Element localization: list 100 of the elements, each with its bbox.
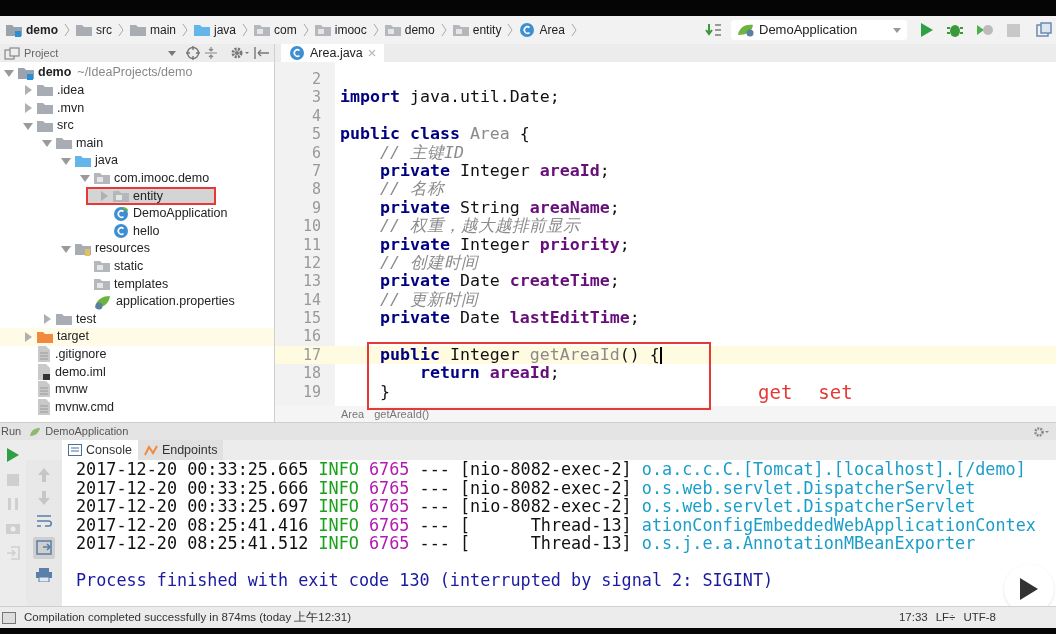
tree-item[interactable]: main [0, 134, 274, 152]
tree-item[interactable]: com.imooc.demo [0, 169, 274, 188]
tree-item[interactable]: .mvn [0, 99, 274, 117]
properties-file-icon [94, 293, 112, 310]
line-number: 6 [310, 143, 322, 162]
annotation-text: set [818, 380, 853, 405]
class-icon [113, 223, 129, 240]
expanded-arrow-icon[interactable] [61, 243, 71, 254]
expanded-arrow-icon[interactable] [42, 138, 52, 149]
panel-tab[interactable]: Console [62, 440, 138, 460]
chevron-icon [440, 23, 447, 37]
package-folder-icon [94, 276, 110, 291]
run-icon[interactable] [921, 23, 933, 37]
endpoints-icon [143, 444, 158, 456]
collapsed-arrow-icon[interactable] [99, 190, 109, 201]
stop-icon[interactable] [1007, 23, 1020, 37]
bug-icon[interactable] [947, 22, 963, 38]
wrap-icon[interactable] [36, 514, 52, 528]
hide-panel-icon[interactable] [254, 46, 270, 60]
expanded-arrow-icon[interactable] [4, 67, 14, 78]
coverage-icon[interactable] [977, 23, 993, 37]
line-number: 5 [310, 125, 322, 144]
line-number: 13 [301, 272, 322, 291]
breadcrumb-item[interactable]: Area [341, 405, 365, 423]
dropdown-caret-icon[interactable] [168, 50, 176, 56]
text-cursor [659, 346, 662, 364]
tree-item[interactable]: .gitignore [0, 345, 274, 364]
sort-icon[interactable] [705, 22, 723, 38]
tree-item[interactable]: DemoApplication [0, 204, 274, 223]
tree-item[interactable]: mvnw.cmd [0, 398, 274, 416]
class-icon [289, 45, 305, 61]
log-line: 2017-12-20 00:33:25.665 INFO 6765 --- [nio-8082-exec-2] o.a.c.c.C.[Tomcat].[localhost].[/demo] [76, 460, 1027, 479]
tree-item[interactable]: mvnw [0, 380, 274, 399]
status-message: Compilation completed successfully in 874ms (today 上午12:31) [24, 609, 352, 625]
run-config-dropdown[interactable]: DemoApplication [731, 20, 907, 40]
tree-item[interactable]: java [0, 151, 274, 170]
breadcrumb-item[interactable]: com [252, 20, 299, 40]
chevron-icon [372, 23, 379, 37]
editor-tab[interactable]: Area.java [281, 44, 384, 62]
code-line: private String areaName; [378, 198, 620, 218]
breadcrumb-item[interactable]: Area [517, 20, 567, 40]
breadcrumb-item[interactable]: demo [4, 20, 60, 40]
play-icon [1020, 578, 1038, 600]
collapsed-arrow-icon[interactable] [42, 314, 52, 325]
line-number: 4 [310, 106, 322, 126]
tree-item[interactable]: .idea [0, 81, 274, 100]
collapsed-arrow-icon[interactable] [23, 331, 33, 342]
print-icon[interactable] [36, 568, 52, 582]
collapse-icon[interactable] [204, 46, 218, 60]
collapsed-arrow-icon[interactable] [23, 85, 33, 96]
scroll-to-end-icon[interactable] [33, 537, 55, 559]
tree-item[interactable]: demo ~/IdeaProjects/demo [0, 64, 274, 82]
expanded-arrow-icon[interactable] [61, 155, 71, 166]
file-encoding[interactable]: UTF-8 [963, 608, 996, 627]
close-icon[interactable] [367, 49, 376, 57]
tree-item[interactable]: src [0, 116, 274, 135]
module-folder-icon [18, 65, 34, 80]
tree-item[interactable]: resources [0, 239, 274, 258]
tree-item[interactable]: test [0, 310, 274, 328]
spring-leaf-icon [29, 426, 42, 437]
collapsed-arrow-icon[interactable] [23, 103, 33, 113]
breadcrumb-item[interactable]: entity [450, 20, 504, 40]
code-line: private Date lastEditTime; [378, 309, 640, 328]
panel-tab[interactable]: Endpoints [137, 440, 224, 460]
up-arrow-icon[interactable] [38, 468, 50, 482]
tree-item[interactable]: demo.iml [0, 363, 274, 381]
folder-icon [37, 101, 53, 115]
line-number: 10 [301, 217, 322, 236]
layout-icon[interactable] [1036, 22, 1052, 38]
breadcrumb-item[interactable]: main [128, 20, 179, 40]
tree-item[interactable]: target [0, 327, 274, 346]
package-folder-icon [314, 23, 331, 37]
tree-item[interactable]: hello [0, 222, 274, 240]
line-number: 16 [301, 327, 322, 346]
tree-item[interactable]: entity [86, 187, 216, 205]
log-line: 2017-12-20 08:25:41.512 INFO 6765 --- [ Thread-13] o.s.j.e.a.AnnotationMBeanExporter [76, 534, 976, 553]
code-line: private Date createTime; [378, 272, 620, 291]
panel-toggle-icon[interactable] [2, 611, 16, 624]
tree-item[interactable]: templates [0, 275, 274, 293]
tree-item[interactable]: application.properties [0, 292, 274, 311]
settings-icon[interactable] [1033, 425, 1049, 438]
package-folder-icon [452, 23, 469, 37]
settings-icon[interactable] [230, 46, 250, 60]
expanded-arrow-icon[interactable] [23, 120, 33, 131]
down-arrow-icon[interactable] [38, 491, 50, 505]
breadcrumb-item[interactable]: demo [382, 20, 437, 40]
run-icon[interactable] [7, 448, 19, 462]
breadcrumb-item[interactable]: getAreaId() [374, 405, 430, 423]
breadcrumb-item[interactable]: src [74, 20, 114, 40]
line-number: 2 [310, 70, 322, 89]
caret-position[interactable]: 17:33 [898, 608, 928, 627]
breadcrumb-item[interactable]: imooc [312, 20, 369, 40]
tree-item[interactable]: static [0, 257, 274, 276]
play-button[interactable] [1004, 564, 1054, 606]
expanded-arrow-icon[interactable] [80, 173, 90, 184]
line-separator[interactable]: LF÷ [935, 608, 956, 627]
breadcrumb-item[interactable]: java [192, 20, 239, 40]
locate-icon[interactable] [186, 46, 200, 60]
run-config-tab[interactable]: DemoApplication [27, 423, 131, 440]
class-icon [113, 205, 129, 222]
